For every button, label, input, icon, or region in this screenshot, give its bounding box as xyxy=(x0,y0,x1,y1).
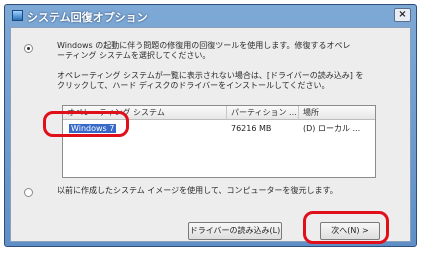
system-image-option-text: 以前に作成したシステム イメージを使用して、コンピューターを復元します。 xyxy=(57,186,338,195)
instruction-text-line2: クリックして、ハード ディスクのドライバーをインストールしてください。 xyxy=(57,81,330,90)
annotation-highlight-next xyxy=(303,211,389,244)
repair-option-radio[interactable] xyxy=(24,44,33,53)
location-cell: (D) ローカル ... xyxy=(303,124,361,133)
window-icon xyxy=(12,10,23,21)
repair-option-text-line2: ーティング システムを選択してください。 xyxy=(57,51,211,60)
repair-option-text-line1: Windows の起動に伴う問題の修復用の回復ツールを使用します。修復するオペレ xyxy=(57,41,351,50)
column-header-location[interactable]: 場所 xyxy=(299,106,375,120)
window-title: システム回復オプション xyxy=(27,11,148,24)
partition-cell: 76216 MB xyxy=(231,124,272,133)
close-button[interactable]: × xyxy=(394,8,411,22)
annotation-highlight-os xyxy=(43,111,129,137)
instruction-text-line1: オペレーティング システムが一覧に表示されない場合は、[ドライバーの読み込み] … xyxy=(57,71,364,80)
title-bar[interactable]: システム回復オプション × xyxy=(5,5,416,26)
load-driver-button[interactable]: ドライバーの読み込み(L) xyxy=(188,222,282,240)
system-image-option-radio[interactable] xyxy=(24,188,33,197)
column-header-partition[interactable]: パーティション ... xyxy=(227,106,299,120)
